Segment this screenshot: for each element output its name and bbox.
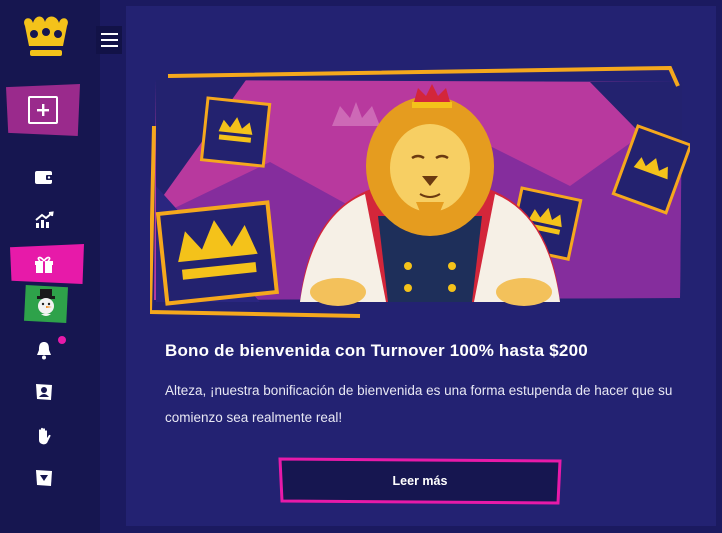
hamburger-icon[interactable] <box>96 26 122 54</box>
bell-icon[interactable] <box>32 338 56 362</box>
promo-title: Bono de bienvenida con Turnover 100% has… <box>165 341 588 360</box>
sidebar <box>0 0 100 533</box>
crown-logo-icon[interactable] <box>19 12 73 62</box>
gift-icon[interactable] <box>32 252 56 276</box>
dropdown-box-icon[interactable] <box>32 466 56 490</box>
chart-up-icon[interactable] <box>32 208 56 232</box>
user-card-icon[interactable] <box>32 380 56 404</box>
promo-description: Alteza, ¡nuestra bonificación de bienven… <box>165 383 673 425</box>
wallet-icon[interactable] <box>32 165 56 189</box>
notification-badge <box>58 336 66 344</box>
read-more-button[interactable]: Leer más <box>278 457 562 505</box>
snowman-avatar-icon[interactable] <box>24 285 68 323</box>
read-more-label: Leer más <box>392 474 448 488</box>
deposit-button[interactable] <box>6 84 80 136</box>
promo-banner-image <box>147 65 693 318</box>
plus-box-icon <box>28 96 58 124</box>
hand-stop-icon[interactable] <box>32 424 56 448</box>
